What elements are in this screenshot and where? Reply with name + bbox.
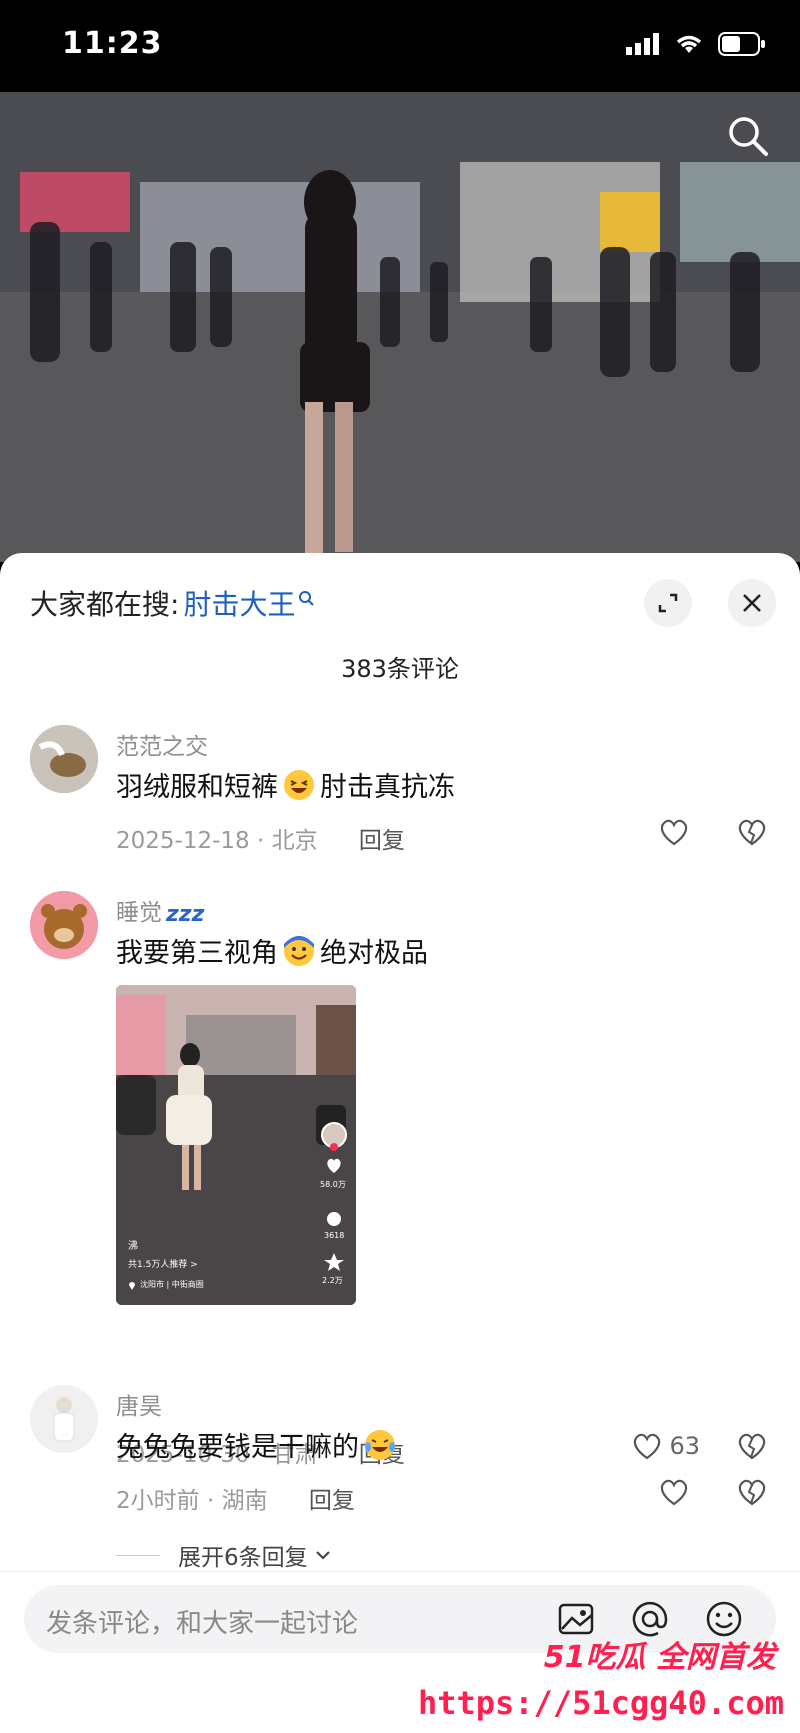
comment-item: 范范之交 羽绒服和短裤 肘击真抗冻 2025-12-18 · 北京 回复 xyxy=(0,725,800,855)
video-thumbnail[interactable]: 58.0万 3618 2.2万 沸 共1.5万人推荐 > 沈阳市 | 中街商圈 xyxy=(116,985,356,1305)
avatar[interactable] xyxy=(30,891,98,959)
expand-replies-label: 展开6条回复 xyxy=(178,1545,308,1571)
like-button[interactable] xyxy=(658,1477,690,1507)
dislike-button[interactable] xyxy=(736,1477,768,1511)
thumb-stars: 2.2万 xyxy=(322,1276,343,1285)
street-scene-image xyxy=(0,92,800,562)
laughing-emoji-icon xyxy=(284,769,314,800)
hot-search[interactable]: 大家都在搜: 肘击大王 xyxy=(30,583,315,623)
battery-icon xyxy=(718,32,765,56)
small-search-icon xyxy=(299,591,315,606)
avatar[interactable] xyxy=(30,725,98,793)
commenter-name-row: 睡觉 zzz xyxy=(116,893,204,927)
reply-button[interactable]: 回复 xyxy=(359,828,405,854)
thumb-recommend: 共1.5万人推荐 > xyxy=(128,1260,198,1270)
chevron-down-icon xyxy=(315,1551,330,1560)
thumb-caption: 沸 xyxy=(128,1241,138,1252)
hot-search-term[interactable]: 肘击大王 xyxy=(183,583,295,623)
comment-text-part: 绝对极品 xyxy=(320,938,428,969)
comment-text: 我要第三视角 绝对极品 xyxy=(116,931,428,970)
status-icons xyxy=(626,32,766,56)
close-button[interactable] xyxy=(728,579,776,627)
comment-date-location: 2025-12-18 · 北京 xyxy=(116,828,318,854)
comments-sheet: 大家都在搜: 肘击大王 383条评论 范范之交 羽绒服和短裤 肘击真抗冻 202… xyxy=(0,553,800,1733)
watermark-brand: 51吃瓜 全网首发 xyxy=(543,1640,776,1675)
hot-search-prefix: 大家都在搜: xyxy=(30,588,180,621)
broken-heart-icon xyxy=(738,1479,766,1506)
divider xyxy=(116,1554,160,1556)
status-bar: 11:23 xyxy=(0,0,800,92)
expand-button[interactable] xyxy=(644,579,692,627)
reply-button[interactable]: 回复 xyxy=(309,1488,355,1514)
comment-text-part: 我要第三视角 xyxy=(116,938,278,969)
comment-meta: 2025-12-18 · 北京 回复 xyxy=(116,821,405,855)
status-time: 11:23 xyxy=(62,26,163,61)
comment-meta: 2小时前 · 湖南 回复 xyxy=(116,1481,355,1515)
comment-text: 兔兔兔要钱是干嘛的 xyxy=(116,1425,401,1464)
grinning-emoji-icon xyxy=(284,935,314,966)
comment-date-location: 2小时前 · 湖南 xyxy=(116,1488,268,1514)
comment-text-part: 肘击真抗冻 xyxy=(320,772,455,803)
comment-input-placeholder: 发条评论，和大家一起讨论 xyxy=(46,1609,359,1639)
heart-icon xyxy=(660,819,688,846)
comment-count: 383条评论 xyxy=(341,655,459,683)
thumb-likes: 58.0万 xyxy=(320,1180,346,1189)
comment-item: 唐昊 兔兔兔要钱是干嘛的 2小时前 · 湖南 回复 xyxy=(0,1385,800,1525)
crying-laughing-emoji-icon xyxy=(365,1429,395,1460)
signal-icon xyxy=(626,33,659,55)
video-frame[interactable] xyxy=(0,92,800,562)
close-icon xyxy=(743,594,761,612)
comment-text-part: 羽绒服和短裤 xyxy=(116,772,278,803)
commenter-name[interactable]: 唐昊 xyxy=(116,1387,162,1421)
watermark: 51吃瓜 全网首发 https://51cgg40.com xyxy=(418,1632,790,1732)
thumb-location: 沈阳市 | 中街商圈 xyxy=(140,1280,204,1289)
wifi-icon xyxy=(676,35,702,53)
comment-text-part: 兔兔兔要钱是干嘛的 xyxy=(116,1432,359,1463)
expand-icon xyxy=(658,593,678,613)
commenter-name[interactable]: 睡觉 xyxy=(116,893,162,927)
sleep-badge: zzz xyxy=(166,902,205,927)
location-pin-icon xyxy=(129,1281,135,1290)
heart-icon xyxy=(660,1479,688,1506)
search-icon[interactable] xyxy=(724,112,772,160)
thumb-location-row: 沈阳市 | 中街商圈 xyxy=(128,1279,204,1290)
comment-text: 羽绒服和短裤 肘击真抗冻 xyxy=(116,765,455,804)
divider xyxy=(0,1571,800,1572)
expand-replies-button[interactable]: 展开6条回复 xyxy=(116,1538,332,1572)
like-button[interactable] xyxy=(658,817,690,847)
broken-heart-icon xyxy=(738,819,766,846)
thumb-comments: 3618 xyxy=(324,1231,345,1240)
avatar[interactable] xyxy=(30,1385,98,1453)
dislike-button[interactable] xyxy=(736,817,768,851)
watermark-url: https://51cgg40.com xyxy=(417,1684,784,1722)
commenter-name[interactable]: 范范之交 xyxy=(116,727,208,761)
